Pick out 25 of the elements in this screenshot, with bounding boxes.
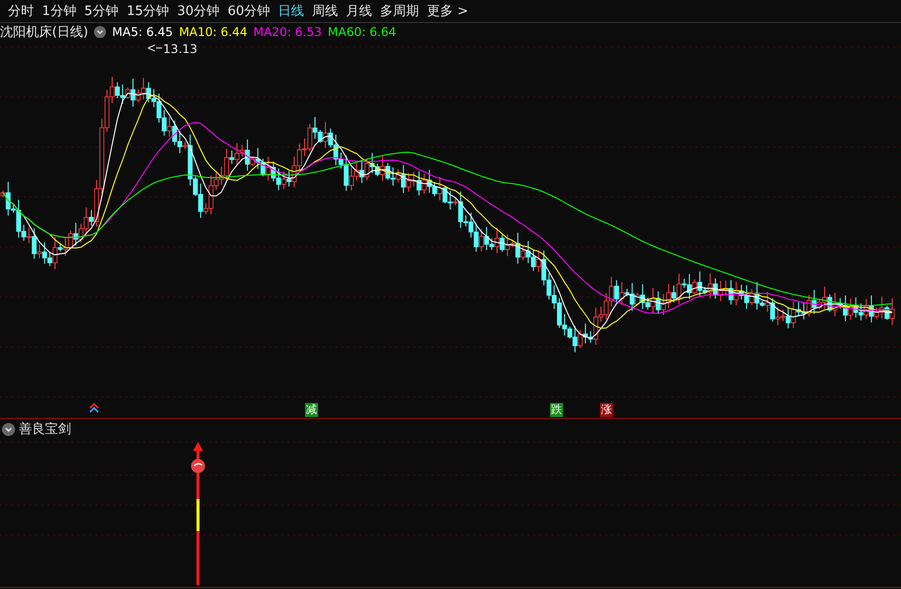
period-tab[interactable]: 分时 bbox=[4, 2, 38, 20]
signal-tag: 减 bbox=[305, 403, 318, 417]
leader-line bbox=[148, 44, 162, 52]
collapse-icon[interactable] bbox=[2, 422, 15, 436]
signal-tag: 跌 bbox=[550, 403, 563, 417]
chart-title: 沈阳机床(日线) bbox=[0, 24, 88, 41]
period-tab[interactable]: 周线 bbox=[308, 2, 342, 20]
signal-arrow-icon bbox=[89, 403, 99, 413]
period-tab[interactable]: 15分钟 bbox=[122, 2, 174, 20]
period-tab[interactable]: 更多 > bbox=[423, 2, 472, 20]
dropdown-icon[interactable] bbox=[94, 26, 106, 38]
moving-average-label: MA20: 6.53 bbox=[253, 25, 322, 39]
high-price-label: 13.13 bbox=[163, 42, 198, 56]
signal-tag: 涨 bbox=[600, 403, 613, 417]
moving-average-label: MA60: 6.64 bbox=[328, 25, 396, 39]
period-tab[interactable]: 1分钟 bbox=[38, 2, 80, 20]
period-tab[interactable]: 月线 bbox=[342, 2, 376, 20]
period-tab[interactable]: 5分钟 bbox=[80, 2, 123, 20]
period-tab[interactable]: 60分钟 bbox=[224, 2, 274, 20]
indicator-title: 善良宝剑 bbox=[19, 421, 71, 438]
period-tab[interactable]: 多周期 bbox=[376, 2, 424, 20]
moving-average-label: MA10: 6.44 bbox=[178, 25, 248, 39]
moving-average-label: MA5: 6.45 bbox=[112, 25, 173, 39]
period-tab[interactable]: 日线 bbox=[274, 2, 308, 20]
period-tab[interactable]: 30分钟 bbox=[173, 2, 224, 20]
